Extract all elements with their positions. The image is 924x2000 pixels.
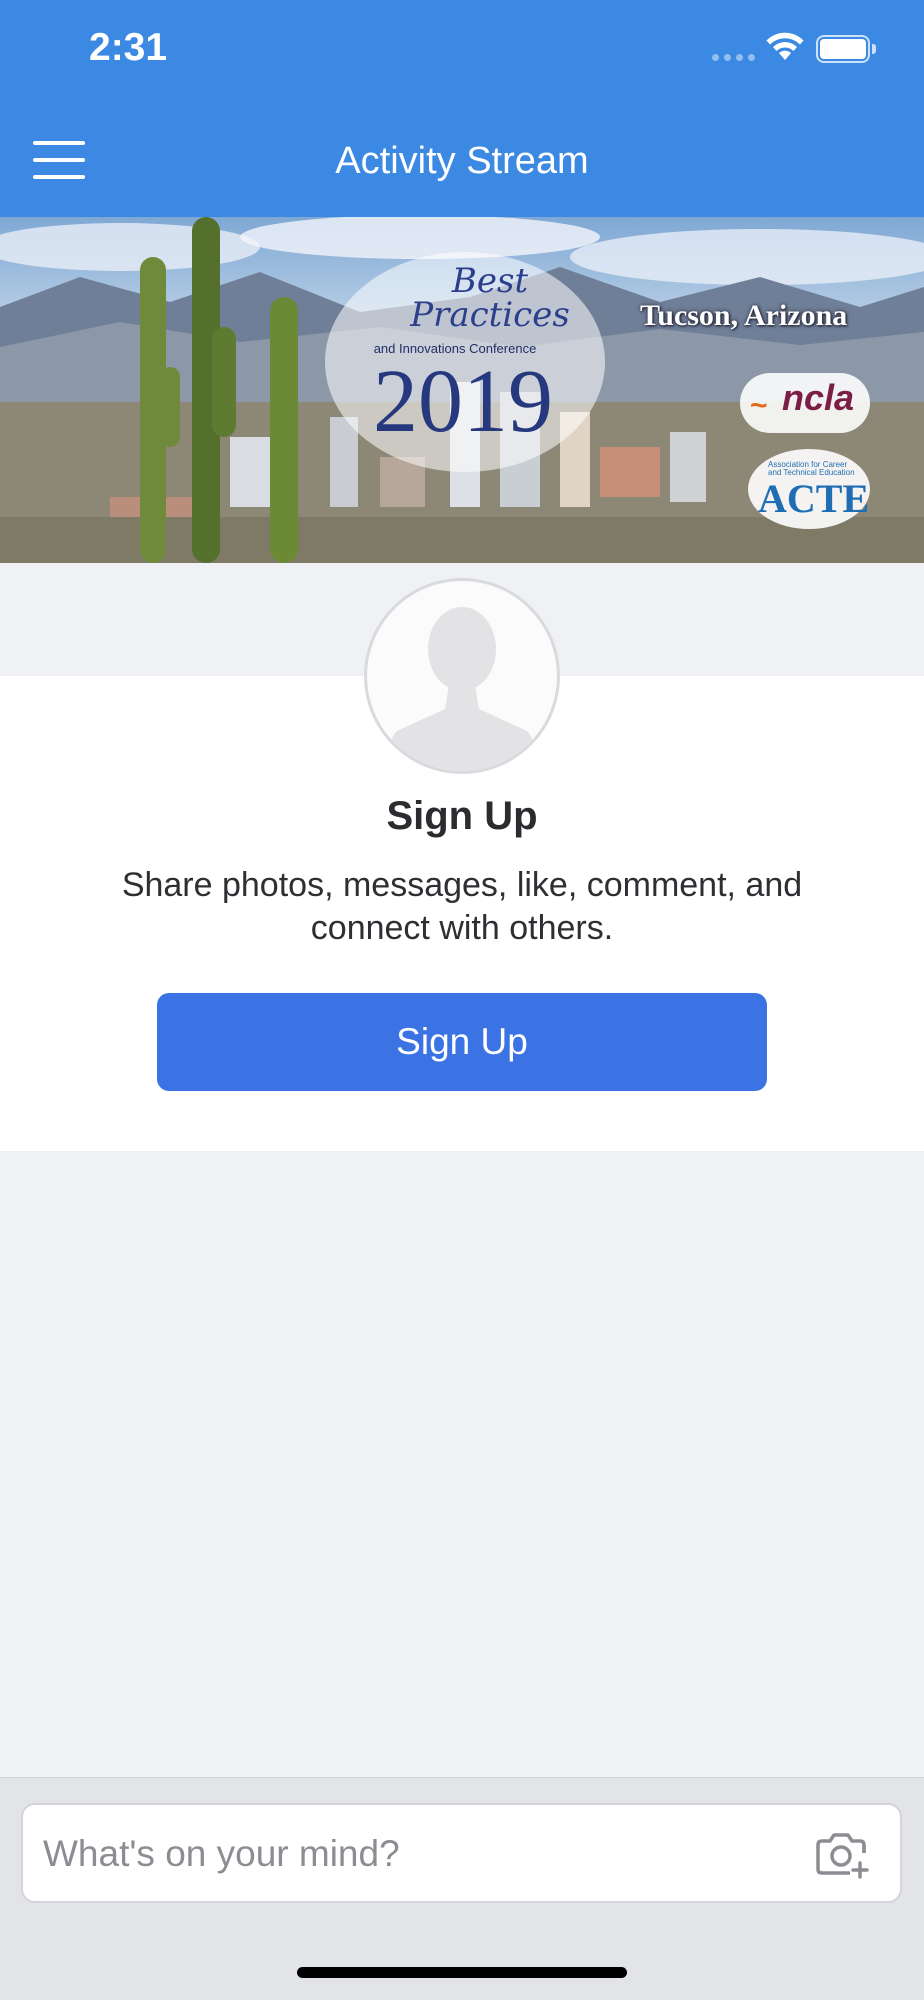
home-indicator bbox=[297, 1967, 627, 1978]
composer-placeholder: What's on your mind? bbox=[43, 1833, 400, 1874]
signup-button[interactable]: Sign Up bbox=[157, 993, 767, 1091]
status-bar: 2:31 bbox=[0, 0, 924, 100]
battery-icon bbox=[816, 35, 876, 63]
banner-year: 2019 bbox=[373, 352, 553, 451]
acte-logo: Association for Career and Technical Edu… bbox=[748, 449, 870, 529]
default-avatar-icon bbox=[385, 607, 539, 771]
banner-best-practices: Best Practices bbox=[410, 261, 570, 335]
add-photo-camera-icon[interactable] bbox=[814, 1829, 870, 1879]
post-composer-input[interactable]: What's on your mind? bbox=[21, 1803, 902, 1903]
avatar bbox=[364, 578, 560, 774]
event-banner: Best Practices and Innovations Conferenc… bbox=[0, 217, 924, 563]
status-time: 2:31 bbox=[89, 26, 168, 69]
banner-location: Tucson, Arizona bbox=[640, 299, 848, 332]
ncla-logo: ~ ncla bbox=[740, 373, 870, 433]
signup-heading: Sign Up bbox=[386, 794, 538, 838]
navigation-bar: Activity Stream bbox=[0, 100, 924, 217]
wifi-icon bbox=[766, 32, 804, 60]
page-title: Activity Stream bbox=[335, 140, 589, 182]
cellular-signal-icon bbox=[712, 54, 755, 61]
signup-description: Share photos, messages, like, comment, a… bbox=[121, 866, 803, 947]
